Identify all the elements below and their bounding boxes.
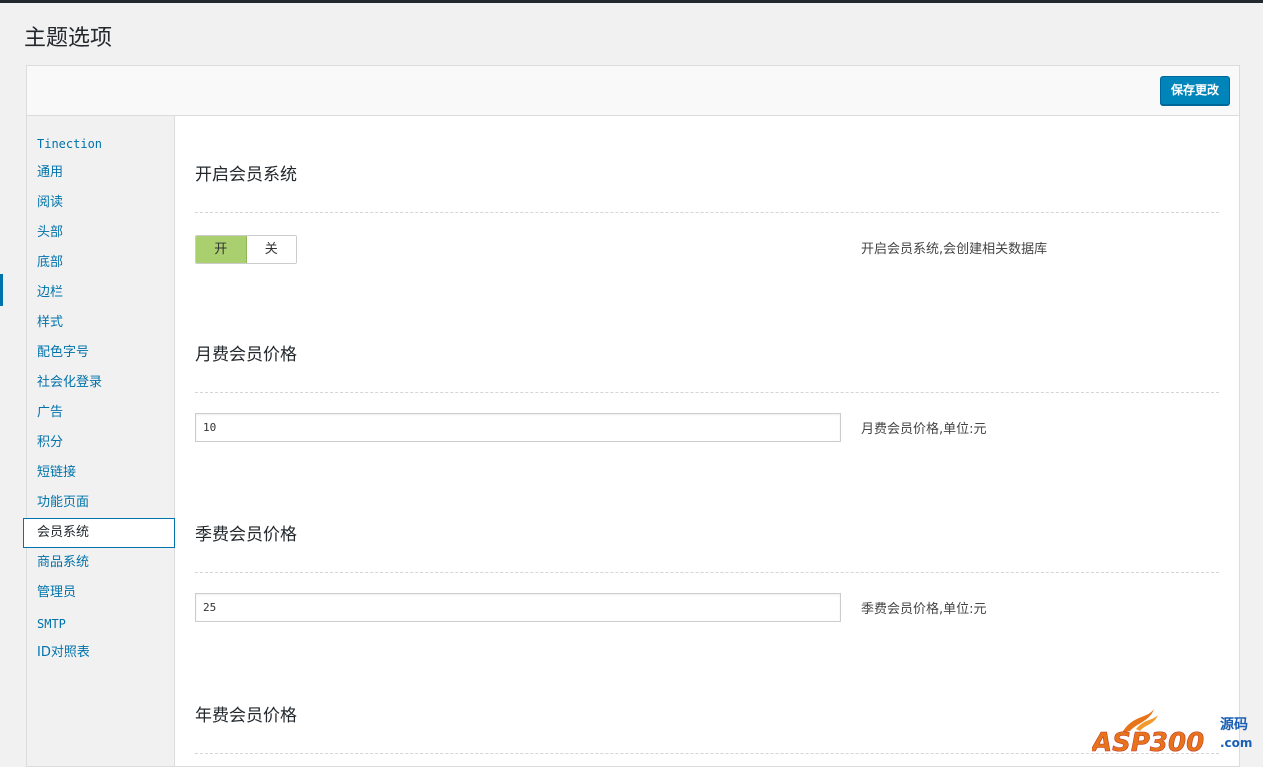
sidebar-item-social-login[interactable]: 社会化登录 <box>27 368 174 398</box>
sidebar-item-footer[interactable]: 底部 <box>27 248 174 278</box>
monthly-price-input[interactable] <box>195 413 841 442</box>
sidebar-item-tinection[interactable]: Tinection <box>27 129 174 159</box>
admin-menu-edge-indicator <box>0 274 3 306</box>
quarterly-price-title: 季费会员价格 <box>195 525 297 545</box>
page-title: 主题选项 <box>24 26 113 51</box>
panel-header: 保存更改 <box>27 66 1239 116</box>
membership-description: 开启会员系统,会创建相关数据库 <box>861 242 1048 257</box>
asp300-watermark-logo: ASP300 源码 .com <box>1092 709 1252 755</box>
sidebar-item-header[interactable]: 头部 <box>27 218 174 248</box>
monthly-price-description: 月费会员价格,单位:元 <box>861 422 987 437</box>
sidebar-item-function-pages[interactable]: 功能页面 <box>27 488 174 518</box>
watermark-tag-source: 源码 <box>1220 716 1248 733</box>
admin-top-bar <box>0 0 1263 3</box>
section-divider <box>195 392 1219 393</box>
sidebar-item-products[interactable]: 商品系统 <box>27 548 174 578</box>
sidebar-item-points[interactable]: 积分 <box>27 428 174 458</box>
sidebar-item-reading[interactable]: 阅读 <box>27 188 174 218</box>
sidebar-item-style[interactable]: 样式 <box>27 308 174 338</box>
toggle-off-option[interactable]: 关 <box>246 236 296 263</box>
sidebar-item-ads[interactable]: 广告 <box>27 398 174 428</box>
section-divider <box>195 212 1219 213</box>
options-sidebar: Tinection 通用 阅读 头部 底部 边栏 样式 配色字号 社会化登录 广… <box>23 116 175 766</box>
sidebar-item-general[interactable]: 通用 <box>27 158 174 188</box>
options-panel: 保存更改 Tinection 通用 阅读 头部 底部 边栏 样式 配色字号 社会… <box>23 65 1240 767</box>
sidebar-item-smtp[interactable]: SMTP <box>27 609 174 639</box>
sidebar-item-id-table[interactable]: ID对照表 <box>27 638 174 668</box>
watermark-brand: ASP300 <box>1092 728 1204 755</box>
save-changes-button[interactable]: 保存更改 <box>1159 76 1230 105</box>
membership-toggle[interactable]: 开 关 <box>195 235 297 264</box>
yearly-price-title: 年费会员价格 <box>195 706 297 726</box>
sidebar-item-membership[interactable]: 会员系统 <box>23 518 175 548</box>
monthly-price-title: 月费会员价格 <box>195 345 297 365</box>
sidebar-item-short-links[interactable]: 短链接 <box>27 458 174 488</box>
membership-section-title: 开启会员系统 <box>195 165 297 185</box>
toggle-on-option[interactable]: 开 <box>196 236 247 263</box>
watermark-tag-com: .com <box>1220 736 1252 750</box>
sidebar-item-sidebar[interactable]: 边栏 <box>27 278 174 308</box>
sidebar-item-admin[interactable]: 管理员 <box>27 578 174 608</box>
quarterly-price-description: 季费会员价格,单位:元 <box>861 602 987 617</box>
section-divider <box>195 572 1219 573</box>
quarterly-price-input[interactable] <box>195 593 841 622</box>
sidebar-item-colors-fonts[interactable]: 配色字号 <box>27 338 174 368</box>
section-divider <box>195 753 1219 754</box>
